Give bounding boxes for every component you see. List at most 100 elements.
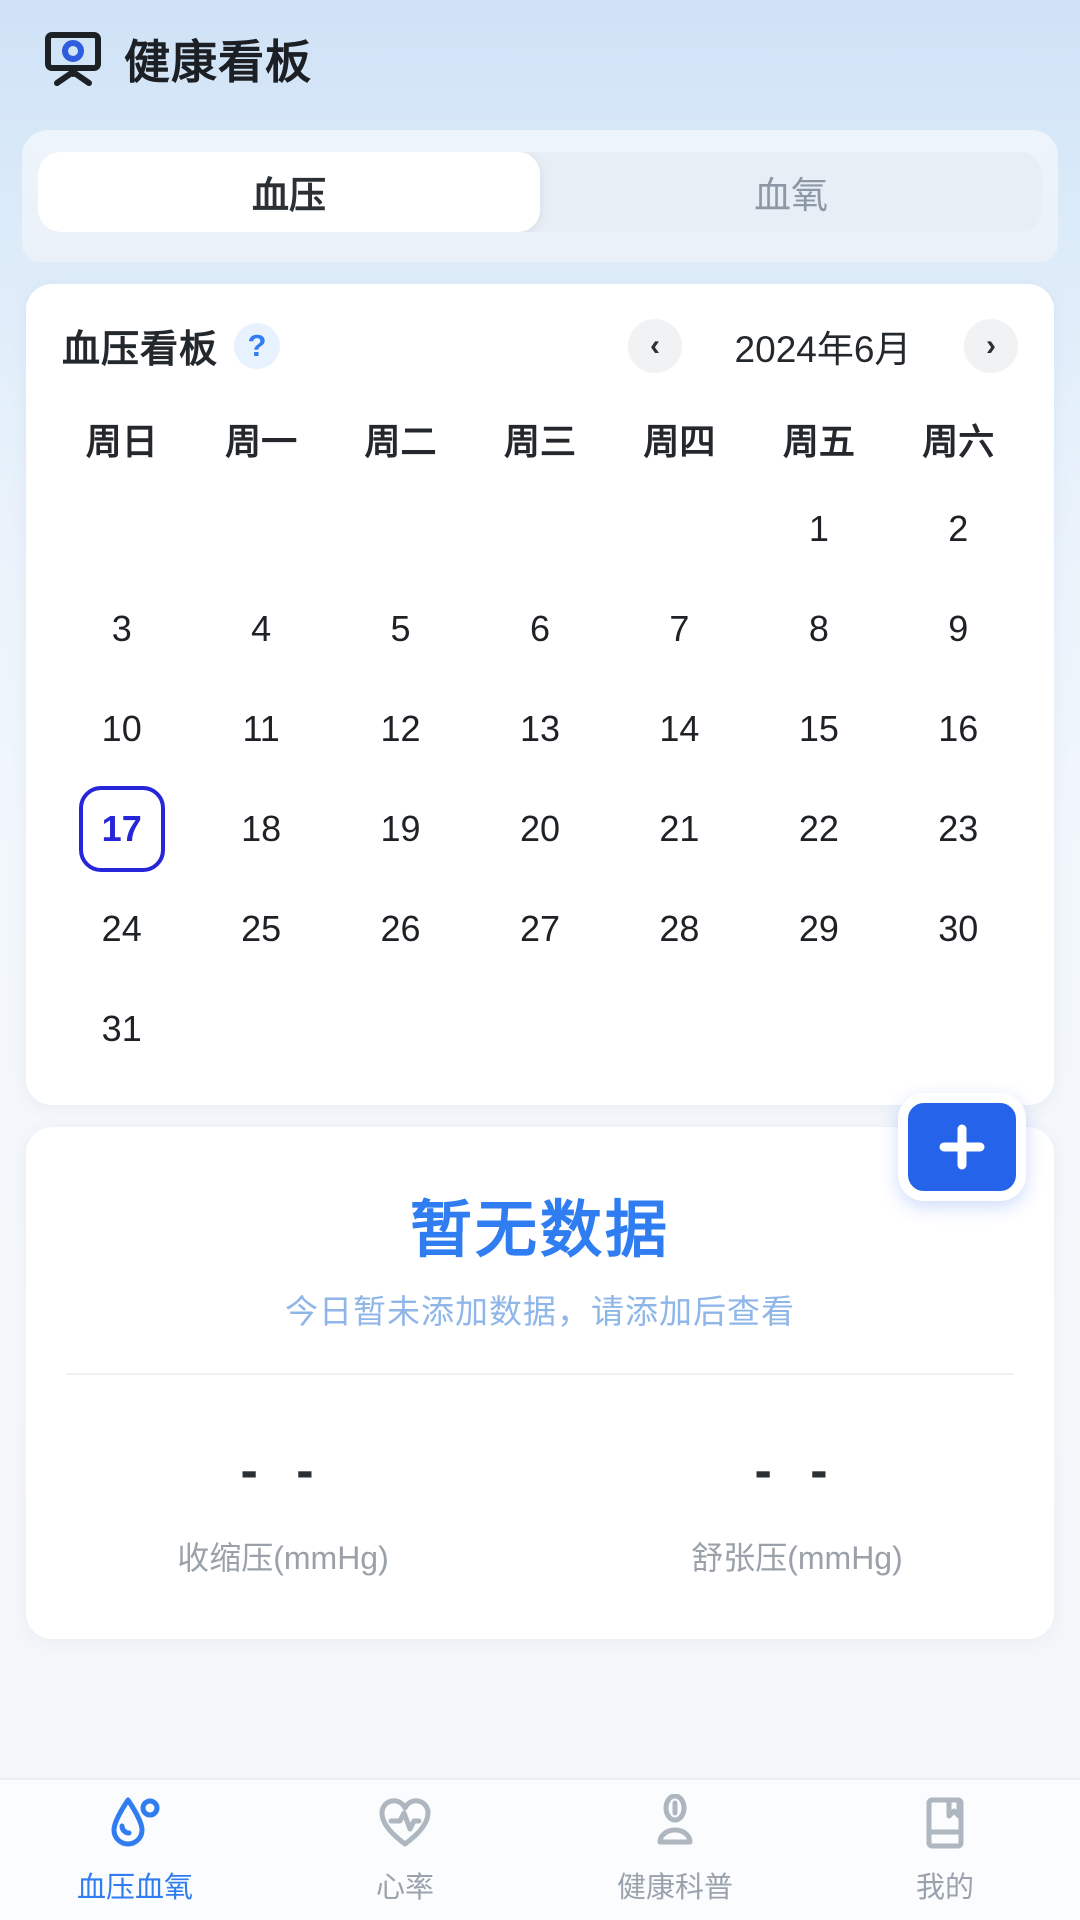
calendar-week-row: 24 25 26 27 28 29 30 bbox=[52, 879, 1028, 979]
calendar-day-number: 2 bbox=[948, 508, 969, 549]
metric-label: 舒张压(mmHg) bbox=[691, 1540, 903, 1576]
calendar-week-row: 10 11 12 13 14 15 16 bbox=[52, 679, 1028, 779]
calendar-day-number: 20 bbox=[519, 808, 560, 849]
nav-label: 血压血氧 bbox=[76, 1872, 193, 1904]
calendar-day-cell[interactable]: 30 bbox=[889, 879, 1028, 979]
calendar-day-cell[interactable]: 7 bbox=[610, 579, 749, 679]
calendar-day-cell[interactable]: 25 bbox=[191, 879, 330, 979]
calendar-day-cell[interactable]: 15 bbox=[749, 679, 888, 779]
nav-item-health-articles[interactable]: 健康科普 bbox=[540, 1780, 810, 1920]
calendar-day-cell[interactable]: 9 bbox=[889, 579, 1028, 679]
calendar-empty-cell bbox=[331, 479, 470, 579]
calendar-card: 血压看板 ? ‹ 2024年6月 › 周日 周一 周二 周三 周四 周五 周六 … bbox=[26, 284, 1054, 1105]
nav-item-profile[interactable]: 我的 bbox=[810, 1780, 1080, 1920]
calendar-day-number: 27 bbox=[519, 908, 560, 949]
calendar-day-cell[interactable]: 28 bbox=[610, 879, 749, 979]
nav-item-heart-rate[interactable]: 心率 bbox=[270, 1780, 540, 1920]
calendar-day-number bbox=[358, 986, 444, 1072]
calendar-day-number: 19 bbox=[380, 808, 421, 849]
calendar-day-cell[interactable]: 11 bbox=[191, 679, 330, 779]
calendar-day-number: 13 bbox=[519, 708, 560, 749]
nav-item-blood-pressure-oxygen[interactable]: 血压血氧 bbox=[0, 1780, 270, 1920]
calendar-day-cell[interactable]: 14 bbox=[610, 679, 749, 779]
calendar-day-number: 12 bbox=[380, 708, 421, 749]
tab-blood-oxygen[interactable]: 血氧 bbox=[540, 152, 1042, 232]
calendar-day-cell[interactable]: 20 bbox=[470, 779, 609, 879]
calendar-day-cell[interactable]: 17 bbox=[52, 779, 191, 879]
calendar-day-number: 18 bbox=[241, 808, 282, 849]
calendar-grid: 周日 周一 周二 周三 周四 周五 周六 1 2 3 4 5 6 7 8 9 10 11 12 13 14… bbox=[26, 379, 1054, 1105]
calendar-day-cell[interactable]: 19 bbox=[331, 779, 470, 879]
calendar-day-number bbox=[636, 486, 722, 572]
month-label: 2024年6月 bbox=[734, 328, 912, 370]
calendar-day-cell[interactable]: 22 bbox=[749, 779, 888, 879]
person-info-icon bbox=[657, 1794, 693, 1845]
calendar-header: 血压看板 ? ‹ 2024年6月 › bbox=[26, 284, 1054, 379]
calendar-empty-cell bbox=[331, 979, 470, 1079]
calendar-day-cell[interactable]: 26 bbox=[331, 879, 470, 979]
help-icon[interactable]: ? bbox=[234, 322, 281, 369]
blood-drop-icon bbox=[111, 1797, 160, 1847]
calendar-day-cell[interactable]: 5 bbox=[331, 579, 470, 679]
bottom-navigation: 血压血氧 心率 健康科普 我的 bbox=[0, 1778, 1080, 1920]
prev-month-button[interactable]: ‹ bbox=[628, 318, 682, 373]
month-navigator: ‹ 2024年6月 › bbox=[628, 318, 1018, 373]
add-record-button[interactable] bbox=[898, 1093, 1026, 1201]
weekday-label: 周二 bbox=[364, 421, 437, 462]
calendar-day-cell[interactable]: 16 bbox=[889, 679, 1028, 779]
app-header: 健康看板 bbox=[0, 0, 1080, 118]
calendar-day-cell[interactable]: 21 bbox=[610, 779, 749, 879]
calendar-day-number: 7 bbox=[669, 608, 690, 649]
metric-value: - - bbox=[240, 1442, 326, 1500]
weekday-label: 周五 bbox=[782, 421, 855, 462]
weekday-label: 周日 bbox=[85, 421, 158, 462]
metric-systolic: - - 收缩压(mmHg) bbox=[26, 1445, 540, 1579]
next-month-button[interactable]: › bbox=[964, 318, 1018, 373]
calendar-day-cell[interactable]: 3 bbox=[52, 579, 191, 679]
empty-state-subtitle: 今日暂未添加数据，请添加后查看 bbox=[285, 1293, 795, 1330]
calendar-day-number: 8 bbox=[808, 608, 829, 649]
calendar-day-cell[interactable]: 12 bbox=[331, 679, 470, 779]
calendar-day-number bbox=[79, 486, 165, 572]
calendar-day-number: 1 bbox=[808, 508, 829, 549]
plus-icon bbox=[939, 1124, 985, 1170]
calendar-day-cell[interactable]: 4 bbox=[191, 579, 330, 679]
empty-state-title: 暂无数据 bbox=[409, 1196, 670, 1265]
calendar-day-number bbox=[915, 986, 1001, 1072]
weekday-label: 周一 bbox=[225, 421, 298, 462]
page-title: 健康看板 bbox=[124, 36, 312, 88]
calendar-day-number bbox=[776, 986, 862, 1072]
calendar-day-cell[interactable]: 18 bbox=[191, 779, 330, 879]
calendar-day-number: 3 bbox=[111, 608, 132, 649]
calendar-day-cell[interactable]: 8 bbox=[749, 579, 888, 679]
calendar-empty-cell bbox=[191, 479, 330, 579]
calendar-day-cell[interactable]: 6 bbox=[470, 579, 609, 679]
tabbar-container: 血压 血氧 bbox=[22, 130, 1058, 262]
calendar-day-number: 16 bbox=[938, 708, 979, 749]
calendar-day-cell[interactable]: 23 bbox=[889, 779, 1028, 879]
calendar-day-number: 5 bbox=[390, 608, 411, 649]
metrics-row: - - 收缩压(mmHg) - - 舒张压(mmHg) bbox=[26, 1375, 1054, 1579]
calendar-day-cell[interactable]: 31 bbox=[52, 979, 191, 1079]
calendar-day-number: 4 bbox=[251, 608, 272, 649]
calendar-day-cell[interactable]: 1 bbox=[749, 479, 888, 579]
metric-tabbar: 血压 血氧 bbox=[38, 152, 1042, 232]
calendar-day-number: 26 bbox=[380, 908, 421, 949]
calendar-day-number: 14 bbox=[659, 708, 700, 749]
calendar-day-number bbox=[497, 986, 583, 1072]
calendar-week-row: 12 bbox=[52, 479, 1028, 579]
calendar-day-cell[interactable]: 2 bbox=[889, 479, 1028, 579]
calendar-day-cell[interactable]: 24 bbox=[52, 879, 191, 979]
calendar-day-cell[interactable]: 10 bbox=[52, 679, 191, 779]
calendar-empty-cell bbox=[470, 979, 609, 1079]
calendar-day-number bbox=[636, 986, 722, 1072]
nav-label: 健康科普 bbox=[616, 1872, 733, 1904]
nav-label: 我的 bbox=[915, 1872, 974, 1904]
calendar-day-number bbox=[497, 486, 583, 572]
calendar-day-cell[interactable]: 13 bbox=[470, 679, 609, 779]
calendar-day-number bbox=[218, 486, 304, 572]
calendar-day-cell[interactable]: 29 bbox=[749, 879, 888, 979]
tab-blood-pressure[interactable]: 血压 bbox=[38, 152, 540, 232]
calendar-day-number bbox=[218, 986, 304, 1072]
calendar-day-cell[interactable]: 27 bbox=[470, 879, 609, 979]
